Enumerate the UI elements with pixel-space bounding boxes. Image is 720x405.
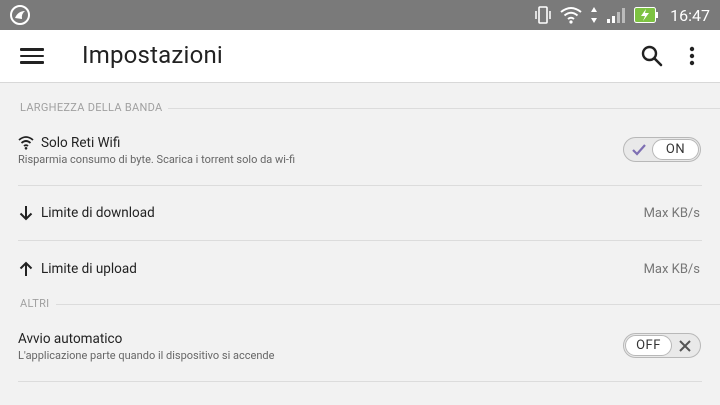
signal-icon [607,8,626,23]
setting-subtitle: L'applicazione parte quando il dispositi… [18,349,275,362]
app-notification-icon [10,5,30,25]
setting-title: Limite di download [41,205,155,221]
setting-autostart[interactable]: Avvio automatico L'applicazione parte qu… [0,322,720,380]
data-transfer-icon [591,7,598,23]
status-bar: 16:47 [0,0,720,30]
setting-value: Max KB/s [643,262,700,277]
arrow-up-icon [19,261,33,276]
section-header-bandwidth: LARGHEZZA DELLA BANDA [0,101,720,115]
toggle-state-label: OFF [625,335,672,356]
close-icon [679,340,691,352]
wifi-only-toggle[interactable]: ON [623,137,701,162]
divider [168,108,720,109]
search-icon[interactable] [640,44,664,68]
setting-upload-limit[interactable]: Limite di upload Max KB/s [0,241,720,297]
battery-charging-icon [634,7,659,23]
setting-wifi-only[interactable]: Solo Reti Wifi Risparmia consumo di byte… [0,126,720,184]
setting-subtitle: Risparmia consumo di byte. Scarica i tor… [18,153,296,166]
setting-title: Avvio automatico [18,331,123,347]
section-header-other: ALTRI [0,297,720,311]
arrow-down-icon [19,206,33,221]
app-bar: Impostazioni [0,30,720,83]
status-time: 16:47 [670,5,710,25]
section-header-label: ALTRI [20,297,50,310]
check-icon [632,144,646,156]
divider [56,304,720,305]
menu-icon[interactable] [20,45,44,67]
wifi-icon [560,7,582,24]
setting-download-limit[interactable]: Limite di download Max KB/s [0,186,720,240]
page-title: Impostazioni [82,41,223,69]
toggle-state-label: ON [652,139,699,160]
section-header-label: LARGHEZZA DELLA BANDA [20,101,163,114]
more-vert-icon[interactable] [682,44,702,68]
autostart-toggle[interactable]: OFF [623,333,701,358]
setting-value: Max KB/s [643,206,700,221]
setting-title: Solo Reti Wifi [41,135,121,151]
setting-title: Limite di upload [41,261,137,277]
wifi-icon [18,136,34,150]
divider [18,381,702,382]
vibrate-icon [535,6,551,24]
